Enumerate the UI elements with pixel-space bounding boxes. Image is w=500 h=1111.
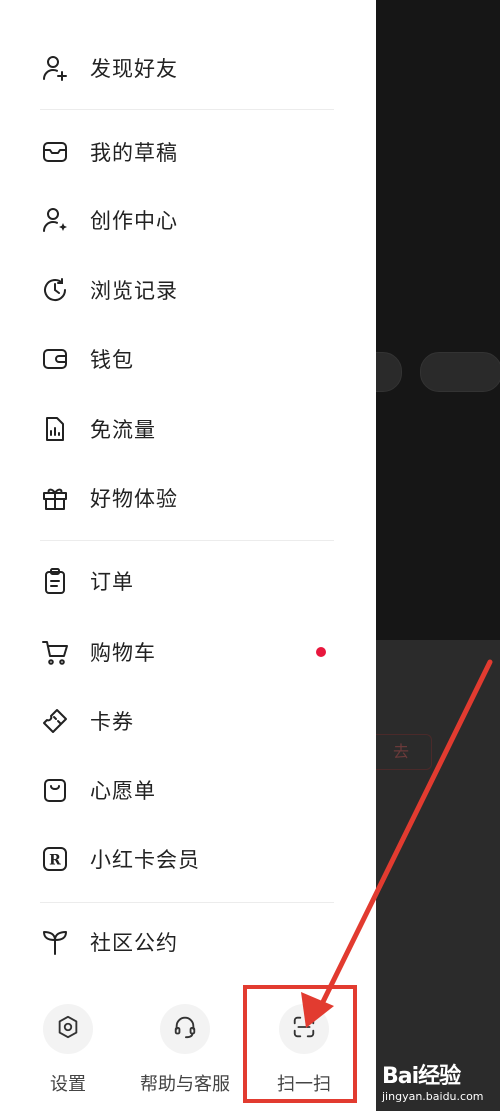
- menu-item-label: 我的草稿: [90, 141, 178, 165]
- settings-label: 设置: [50, 1074, 86, 1095]
- cart-icon: [40, 637, 70, 667]
- menu-item-orders[interactable]: 订单: [0, 551, 376, 611]
- divider: [40, 109, 334, 110]
- menu-item-browse-history[interactable]: 浏览记录: [0, 260, 376, 320]
- menu-item-drafts[interactable]: 我的草稿: [0, 122, 376, 182]
- menu-item-label: 卡券: [90, 710, 134, 734]
- gift-icon: [40, 483, 70, 513]
- menu-item-shopping-cart[interactable]: 购物车: [0, 622, 376, 682]
- background-tag-pill: [420, 352, 500, 392]
- order-icon: [40, 566, 70, 596]
- baidu-jingyan-watermark: Bai经验 jingyan.baidu.com: [382, 1058, 500, 1111]
- divider: [40, 540, 334, 541]
- menu-item-creator-center[interactable]: 创作中心: [0, 190, 376, 250]
- divider: [40, 902, 334, 903]
- background-partial-button: 去: [376, 734, 432, 770]
- help-service-button[interactable]: 帮助与客服: [133, 1004, 237, 1104]
- background-partial-text: 去: [392, 742, 409, 761]
- help-service-circle: [160, 1004, 210, 1054]
- menu-item-label: 发现好友: [90, 57, 178, 81]
- menu-item-label: 钱包: [90, 348, 134, 372]
- menu-item-find-friends[interactable]: 发现好友: [0, 38, 376, 98]
- help-service-label: 帮助与客服: [140, 1074, 230, 1095]
- wallet-icon: [40, 344, 70, 374]
- gear-icon: [55, 1014, 81, 1044]
- add-user-icon: [40, 53, 70, 83]
- svg-text:R: R: [49, 853, 61, 869]
- menu-item-coupons[interactable]: 卡券: [0, 691, 376, 751]
- drafts-icon: [40, 137, 70, 167]
- watermark-url: jingyan.baidu.com: [382, 1090, 484, 1103]
- menu-item-wishlist[interactable]: 心愿单: [0, 760, 376, 820]
- notification-dot: [316, 647, 326, 657]
- menu-item-wallet[interactable]: 钱包: [0, 329, 376, 389]
- settings-circle: [43, 1004, 93, 1054]
- menu-item-community-rules[interactable]: 社区公约: [0, 912, 376, 972]
- menu-item-label: 免流量: [90, 418, 156, 442]
- menu-item-label: 心愿单: [90, 779, 156, 803]
- data-free-icon: [40, 414, 70, 444]
- history-clock-icon: [40, 275, 70, 305]
- background-app-overlay[interactable]: 去: [376, 0, 500, 1111]
- menu-item-label: 小红卡会员: [90, 848, 200, 872]
- coupon-icon: [40, 706, 70, 736]
- annotation-highlight-box: [243, 985, 357, 1103]
- menu-item-label: 订单: [90, 570, 134, 594]
- menu-item-data-free[interactable]: 免流量: [0, 399, 376, 459]
- membership-r-icon: R: [40, 844, 70, 874]
- side-drawer: 发现好友 我的草稿 创作中心 浏览记录 钱包 免流量 好物体验 订单 购物车 卡…: [0, 0, 376, 1111]
- menu-item-membership[interactable]: R 小红卡会员: [0, 829, 376, 889]
- watermark-logo: Bai经验: [382, 1064, 461, 1089]
- background-feed-area: [376, 0, 500, 640]
- wishlist-icon: [40, 775, 70, 805]
- menu-item-product-trial[interactable]: 好物体验: [0, 468, 376, 528]
- sprout-icon: [40, 927, 70, 957]
- menu-item-label: 创作中心: [90, 209, 178, 233]
- menu-item-label: 好物体验: [90, 487, 178, 511]
- headset-icon: [172, 1014, 198, 1044]
- background-panel: [376, 640, 500, 1111]
- menu-item-label: 社区公约: [90, 931, 178, 955]
- menu-item-label: 浏览记录: [90, 279, 178, 303]
- menu-item-label: 购物车: [90, 641, 156, 665]
- settings-button[interactable]: 设置: [18, 1004, 118, 1104]
- creator-center-icon: [40, 205, 70, 235]
